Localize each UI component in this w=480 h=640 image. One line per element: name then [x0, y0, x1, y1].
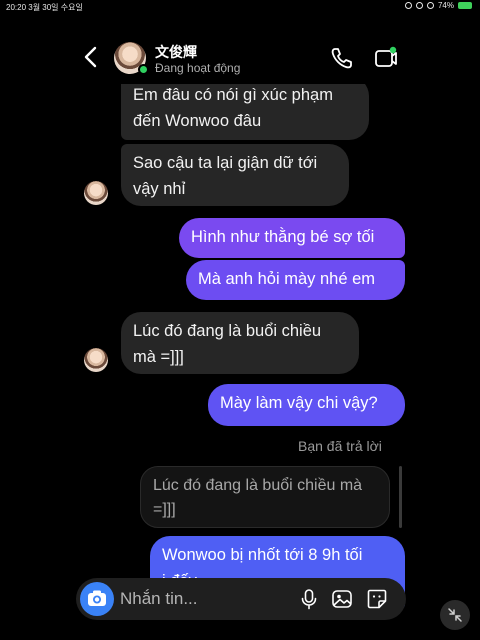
- message-composer: [76, 578, 406, 620]
- focus-icon: [426, 2, 434, 9]
- location-icon: [415, 2, 423, 9]
- collapse-arrows-icon: [448, 608, 462, 622]
- phone-call-icon[interactable]: [330, 46, 354, 70]
- contact-status: Đang hoạt động: [155, 61, 241, 75]
- collapse-button[interactable]: [440, 600, 470, 630]
- message-text: Mày làm vậy chi vậy?: [220, 394, 378, 412]
- message-text-line: đến Wonwoo đâu: [133, 112, 262, 130]
- reply-label: Bạn đã trả lời: [298, 438, 382, 454]
- chat-header: 文俊輝 Đang hoạt động: [68, 30, 414, 84]
- sender-avatar[interactable]: [84, 348, 108, 372]
- quote-indicator-bar: [399, 466, 402, 528]
- message-text-line: vậy nhỉ: [133, 180, 186, 198]
- message-text-line: Lúc đó đang là buổi chiều: [133, 322, 322, 340]
- quoted-text-line: Lúc đó đang là buổi chiều mà: [153, 477, 363, 494]
- contact-name[interactable]: 文俊輝: [155, 42, 197, 62]
- system-status-bar: 20:20 3월 30일 수요일 74%: [0, 0, 480, 14]
- battery-icon: [458, 2, 472, 9]
- message-text-line: Sao cậu ta lại giận dữ tới: [133, 154, 318, 172]
- message-bubble-incoming[interactable]: Em đâu có nói gì xúc phạm đến Wonwoo đâu: [121, 76, 369, 140]
- message-input[interactable]: [120, 588, 250, 610]
- message-bubble-outgoing[interactable]: Mày làm vậy chi vậy?: [208, 384, 405, 426]
- chat-window: 文俊輝 Đang hoạt động Em đâu có nói gì xúc …: [68, 30, 414, 630]
- quoted-message[interactable]: Lúc đó đang là buổi chiều mà =]]]: [140, 466, 390, 528]
- message-text-line: mà =]]]: [133, 348, 184, 366]
- message-bubble-outgoing[interactable]: Mà anh hỏi mày nhé em: [186, 260, 405, 300]
- message-text-line: Em đâu có nói gì xúc phạm: [133, 86, 333, 104]
- wifi-icon: [404, 2, 412, 9]
- message-bubble-outgoing[interactable]: Hình như thằng bé sợ tối: [179, 218, 405, 258]
- message-text-line: Wonwoo bị nhốt tới 8 9h tối: [162, 546, 363, 564]
- camera-button[interactable]: [80, 582, 114, 616]
- camera-icon: [88, 590, 106, 606]
- message-bubble-incoming[interactable]: Lúc đó đang là buổi chiều mà =]]]: [121, 312, 359, 374]
- online-indicator: [138, 64, 149, 75]
- message-text: Hình như thằng bé sợ tối: [191, 228, 375, 246]
- microphone-icon[interactable]: [298, 588, 320, 610]
- message-text: Mà anh hỏi mày nhé em: [198, 270, 376, 288]
- message-bubble-incoming[interactable]: Sao cậu ta lại giận dữ tới vậy nhỉ: [121, 144, 349, 206]
- video-call-icon[interactable]: [374, 46, 398, 70]
- back-chevron-icon[interactable]: [82, 46, 100, 68]
- sticker-icon[interactable]: [366, 588, 388, 610]
- sender-avatar[interactable]: [84, 181, 108, 205]
- battery-percent: 74%: [437, 1, 454, 10]
- status-indicators: 74%: [404, 1, 472, 10]
- quoted-text-line: =]]]: [153, 501, 176, 518]
- status-time-date: 20:20 3월 30일 수요일: [6, 3, 83, 12]
- gallery-icon[interactable]: [331, 588, 353, 610]
